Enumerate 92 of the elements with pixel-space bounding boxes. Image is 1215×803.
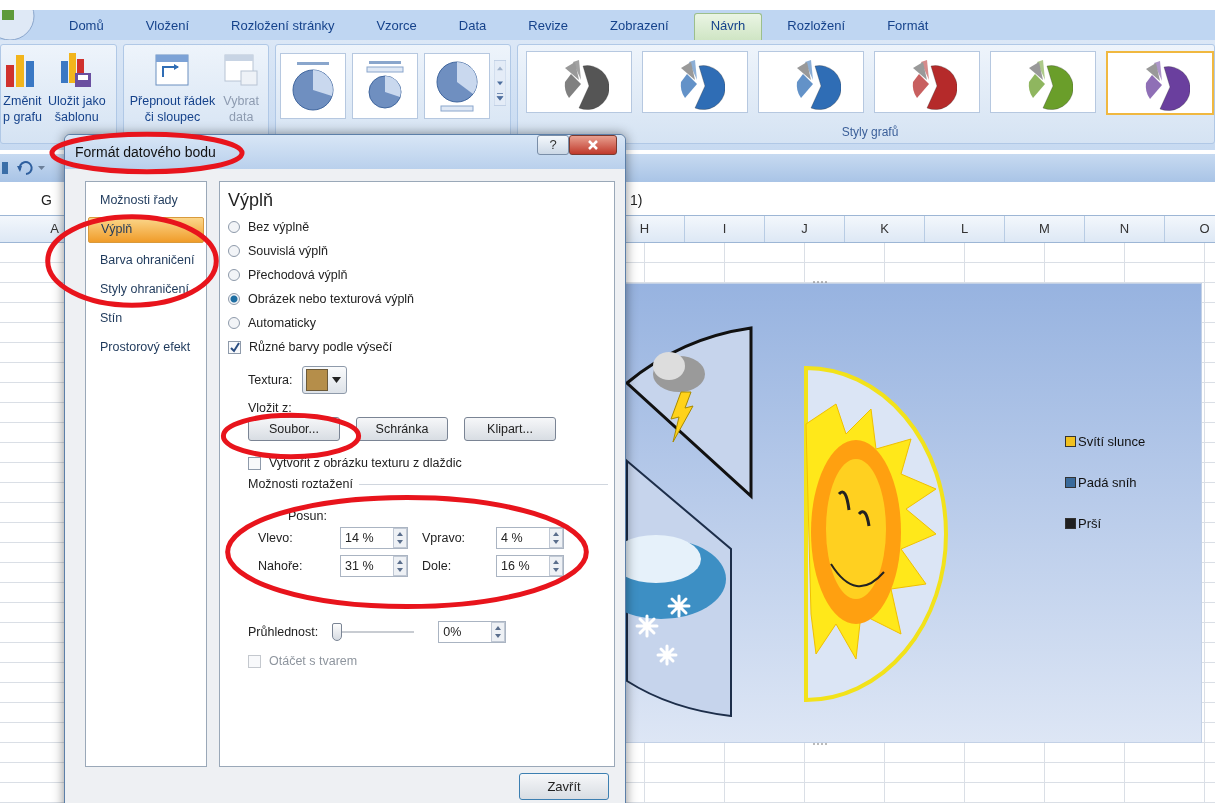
option-label: Otáčet s tvarem (269, 654, 358, 668)
close-button[interactable] (569, 135, 617, 155)
column-header[interactable]: L (925, 216, 1005, 242)
field-label: Textura: (248, 373, 293, 387)
radio-button[interactable] (228, 317, 240, 329)
close-icon (587, 139, 599, 151)
chart-layout-thumbnail[interactable] (424, 53, 490, 119)
field-label: Vpravo: (422, 531, 467, 545)
table-chart-icon (223, 51, 260, 87)
category-item[interactable]: Barva ohraničení (88, 248, 204, 272)
field-label: Nahoře: (258, 559, 304, 573)
section-label: Možnosti roztažení (248, 477, 353, 491)
spin-field[interactable]: 14 % (340, 527, 408, 549)
column-header[interactable]: K (845, 216, 925, 242)
radio-button[interactable] (228, 269, 240, 281)
legend-label: Padá sníh (1078, 475, 1137, 490)
column-header[interactable]: M (1005, 216, 1085, 242)
formula-field[interactable]: 1) (630, 192, 643, 208)
insert-button[interactable]: Klipart... (464, 417, 556, 441)
radio-button[interactable] (228, 221, 240, 233)
storm-slice-drawing[interactable] (625, 326, 753, 498)
texture-dropdown[interactable] (302, 366, 348, 394)
checkbox[interactable] (228, 340, 241, 354)
field-label: Vložit z: (248, 401, 293, 415)
chart-layout-thumbnail[interactable] (280, 53, 346, 119)
radio-button[interactable] (228, 245, 240, 257)
ribbon-tab[interactable]: Zobrazení (593, 13, 686, 40)
field-label: Průhlednost: (248, 625, 319, 639)
help-button[interactable]: ? (537, 135, 569, 155)
ribbon-tab[interactable]: Domů (52, 13, 121, 40)
category-item[interactable]: Stín (88, 306, 204, 330)
option-label: Vytvořit z obrázku texturu z dlaždic (269, 456, 462, 470)
table-arrows-icon (154, 51, 191, 87)
category-item[interactable]: Možnosti řady (88, 188, 204, 212)
group-label: Styly grafů (841, 125, 899, 139)
spin-field[interactable]: 0% (438, 621, 507, 643)
spin-field[interactable]: 16 % (496, 555, 564, 577)
texture-swatch-icon (306, 369, 329, 391)
ribbon-tab[interactable]: Vzorce (359, 13, 434, 40)
spinner-arrows-icon (393, 556, 407, 576)
column-header[interactable]: J (765, 216, 845, 242)
checkmark-icon (229, 341, 240, 353)
ribbon-tab[interactable]: Formát (870, 13, 946, 40)
ribbon-tab[interactable]: Návrh (693, 13, 763, 40)
option-label: Bez výplně (248, 220, 310, 234)
section-heading: Výplň (228, 190, 275, 211)
spin-field[interactable]: 4 % (496, 527, 564, 549)
legend-label: Svítí slunce (1078, 434, 1146, 449)
spinner-arrows-icon (549, 528, 563, 548)
column-header[interactable]: I (685, 216, 765, 242)
option-label: Různé barvy podle výsečí (249, 340, 393, 354)
radio-button[interactable] (228, 293, 240, 305)
caret-icon (38, 166, 45, 170)
column-header[interactable]: O (1165, 216, 1215, 242)
ribbon-tab[interactable]: Rozložení stránky (214, 13, 352, 40)
category-item[interactable]: Prostorový efekt (88, 335, 204, 359)
chart-style-thumbnail[interactable] (526, 51, 632, 113)
close-dialog-button[interactable]: Zavřít (519, 773, 609, 800)
option-label: Souvislá výplň (248, 244, 328, 258)
field-label: Vlevo: (258, 531, 294, 545)
chart-style-thumbnail[interactable] (1106, 51, 1214, 115)
ribbon-tab[interactable]: Revize (511, 13, 586, 40)
office-button-icon (0, 10, 36, 40)
ribbon-tab[interactable]: Vložení (128, 13, 207, 40)
spin-field[interactable]: 31 % (340, 555, 408, 577)
legend-label: Prší (1078, 516, 1102, 531)
ribbon-tab[interactable]: Rozložení (770, 13, 863, 40)
ribbon-button[interactable]: Přepnout řádek či sloupec (127, 49, 218, 127)
spinner-arrows-icon (549, 556, 563, 576)
option-label: Přechodová výplň (248, 268, 348, 282)
chart-style-thumbnail[interactable] (642, 51, 748, 113)
caret-icon (332, 377, 342, 383)
dialog-title: Formát datového bodu (75, 144, 217, 160)
column-header[interactable]: N (1085, 216, 1165, 242)
undo-icon (16, 160, 34, 176)
name-box[interactable]: G (0, 192, 52, 208)
option-label: Automaticky (248, 316, 317, 330)
option-label: Obrázek nebo texturová výplň (248, 292, 415, 306)
spinner-arrows-icon (491, 622, 506, 642)
slider-thumb[interactable] (332, 623, 343, 641)
chart-style-thumbnail[interactable] (990, 51, 1096, 113)
ribbon-tab[interactable]: Data (441, 13, 504, 40)
ribbon-button[interactable]: Uložit jako šablonu (45, 49, 108, 127)
checkbox[interactable] (248, 456, 261, 470)
spinner-arrows-icon (393, 528, 407, 548)
field-label: Dole: (422, 559, 453, 573)
category-item[interactable]: Styly ohraničení (88, 277, 204, 301)
chart-layout-thumbnail[interactable] (352, 53, 418, 119)
insert-button[interactable]: Schránka (356, 417, 448, 441)
ribbon-button[interactable]: Změnit p grafu (1, 49, 44, 127)
chart-style-thumbnail[interactable] (758, 51, 864, 113)
chart-style-thumbnail[interactable] (874, 51, 980, 113)
